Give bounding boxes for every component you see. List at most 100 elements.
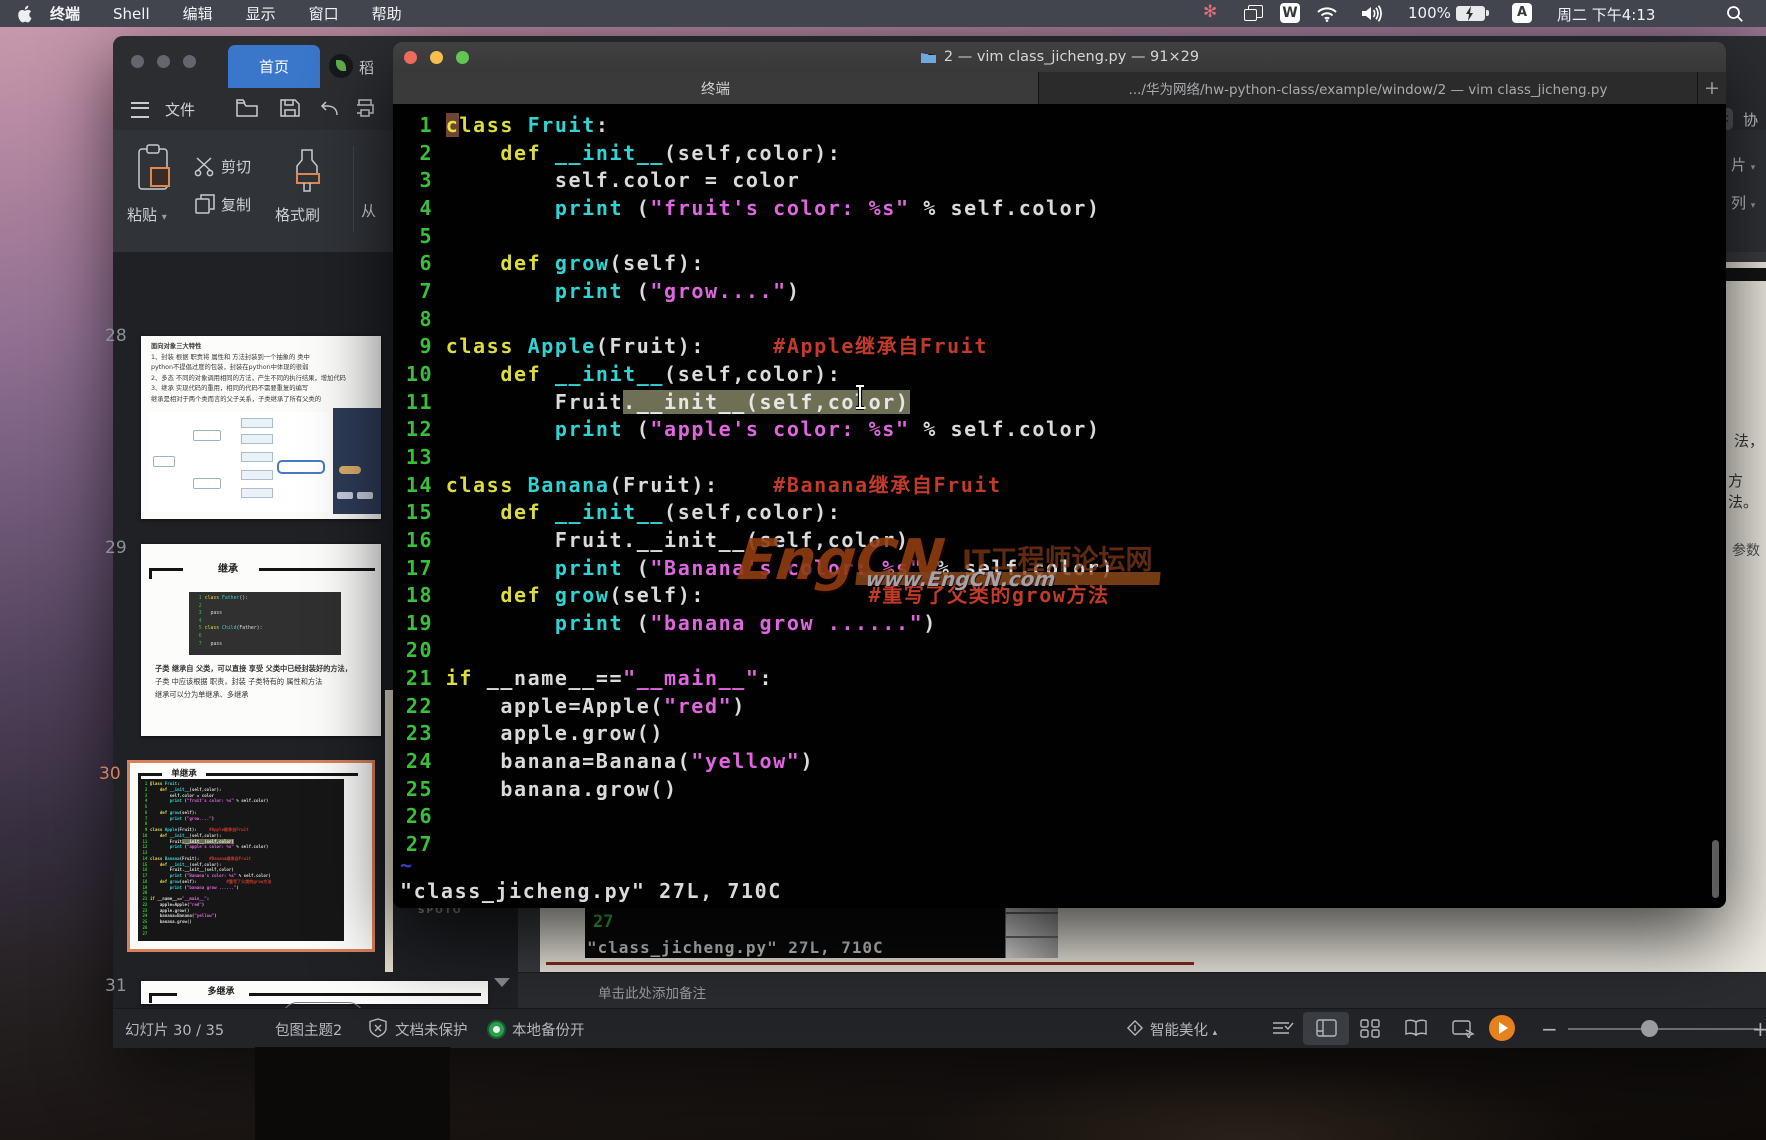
terminal-scrollbar-thumb[interactable] xyxy=(1712,840,1719,898)
wps-zoom-button[interactable] xyxy=(183,55,196,68)
canvas-corner-mark xyxy=(1726,268,1766,281)
slide-28-diagram xyxy=(149,412,329,512)
ribbon-partial-label: 从 xyxy=(361,200,376,221)
terminal-titlebar[interactable]: 2 — vim class_jicheng.py — 91×29 xyxy=(393,42,1726,73)
open-folder-icon[interactable] xyxy=(235,97,259,119)
wps-menubar-icon[interactable]: W xyxy=(1280,3,1300,23)
notes-placeholder: 单击此处添加备注 xyxy=(598,982,706,1002)
terminal-title-text: 2 — vim class_jicheng.py — 91×29 xyxy=(944,49,1199,65)
tab-home[interactable]: 首页 xyxy=(228,45,320,88)
pinwheel-icon[interactable]: ✻ xyxy=(1203,2,1217,22)
ribbon-divider xyxy=(353,146,354,232)
menubar-clock[interactable]: 周二 下午4:13 xyxy=(1557,4,1655,25)
new-tab-button[interactable]: + xyxy=(1698,72,1726,104)
slide-29-thumbnail[interactable]: 继承 1class Father():2 3 pass4 5class Chil… xyxy=(141,544,381,736)
slide-28-thumbnail[interactable]: 面向对象三大特性1、封装 根据 职责将 属性和 方法封装到一个抽象的 类中 py… xyxy=(141,336,381,519)
zoom-slider-knob[interactable] xyxy=(1641,1020,1658,1037)
spotlight-search-icon[interactable] xyxy=(1726,5,1744,23)
wifi-icon[interactable] xyxy=(1316,5,1338,22)
slide-28-number: 28 xyxy=(105,326,127,346)
theme-label[interactable]: 包图主题2 xyxy=(275,1019,342,1040)
menu-item[interactable]: 终端 xyxy=(50,3,80,24)
zoom-in-button[interactable]: + xyxy=(1752,1017,1766,1041)
terminal-tab-active[interactable]: 终端 xyxy=(393,72,1039,104)
canvas-fragment-1: 法， xyxy=(1734,430,1764,451)
slide-30-number: 30 xyxy=(99,764,121,784)
displays-icon[interactable] xyxy=(1244,5,1262,20)
terminal-close-button[interactable] xyxy=(404,51,417,64)
terminal-tab-inactive[interactable]: .../华为网络/hw-python-class/example/window/… xyxy=(1039,72,1698,104)
slide-28-text: 面向对象三大特性1、封装 根据 职责将 属性和 方法封装到一个抽象的 类中 py… xyxy=(141,336,381,406)
thumbnails-scroll-down-icon[interactable] xyxy=(494,978,510,987)
hamburger-menu-icon[interactable] xyxy=(131,102,149,118)
folder-icon xyxy=(920,50,937,64)
slide-29-code-block: 1class Father():2 3 pass4 5class Child(F… xyxy=(189,592,341,655)
app-menus[interactable]: 终端 Shell 编辑 显示 窗口 帮助 xyxy=(0,3,402,24)
notes-bar[interactable]: 单击此处添加备注 xyxy=(518,972,1766,1009)
input-method-badge[interactable]: A xyxy=(1512,3,1532,23)
save-icon[interactable] xyxy=(278,97,302,119)
slide-31-title: 多继承 xyxy=(199,984,243,997)
wps-minimize-button[interactable] xyxy=(157,55,170,68)
cut-icon[interactable] xyxy=(193,155,217,177)
menu-item[interactable]: Shell xyxy=(113,5,150,23)
slide-30-thumbnail-selected[interactable]: 单继承 1class Fruit:2 def __init__(self,col… xyxy=(127,760,375,952)
copy-icon[interactable] xyxy=(193,192,217,216)
forum-watermark: EngCN IT工程师论坛网 www.EngCN.com xyxy=(738,534,1208,610)
slide-counter: 幻灯片 30 / 35 xyxy=(125,1019,224,1040)
slide-28-image xyxy=(333,408,381,514)
apple-menu-icon[interactable] xyxy=(18,4,34,24)
canvas-fragment-2: 方法。 xyxy=(1728,470,1766,512)
slideshow-icon[interactable] xyxy=(1451,1018,1477,1038)
canvas-slide-left-sliver xyxy=(385,690,393,972)
print-icon[interactable] xyxy=(353,97,377,119)
menu-item[interactable]: 显示 xyxy=(246,3,276,24)
terminal-minimize-button[interactable] xyxy=(430,51,443,64)
paste-icon[interactable] xyxy=(135,144,175,196)
shield-unprotected-icon xyxy=(367,1017,389,1039)
copy-button[interactable]: 复制 xyxy=(221,194,251,215)
slide-29-number: 29 xyxy=(105,538,127,558)
zoom-out-button[interactable]: − xyxy=(1541,1017,1558,1041)
view-reading-icon[interactable] xyxy=(1403,1018,1429,1038)
play-button[interactable] xyxy=(1489,1015,1515,1041)
undo-icon[interactable] xyxy=(318,97,342,119)
view-grid-icon[interactable] xyxy=(1359,1018,1383,1038)
menu-item[interactable]: 编辑 xyxy=(183,3,213,24)
format-painter-icon[interactable] xyxy=(289,148,325,200)
embedded-status-line: "class_jicheng.py" 27L, 710C xyxy=(587,938,884,957)
watermark-url: www.EngCN.com xyxy=(865,567,1057,591)
embedded-line-number: 27 xyxy=(593,912,613,932)
zoom-slider-track[interactable] xyxy=(1568,1028,1758,1030)
view-normal-icon[interactable] xyxy=(1315,1018,1339,1038)
paste-button[interactable]: 粘贴 ▾ xyxy=(127,204,167,225)
slide-29-text: 子类 继承自 父类，可以直接 享受 父类中已经封装好的方法，子类 中应该根据 职… xyxy=(155,662,352,701)
docer-leaf-icon xyxy=(329,54,353,78)
vim-code: 1class Fruit:2 def __init__(self,color):… xyxy=(397,112,1114,859)
slide-29-title: 继承 xyxy=(203,560,253,575)
volume-icon[interactable] xyxy=(1360,5,1384,22)
menu-item[interactable]: 窗口 xyxy=(309,3,339,24)
macos-menubar: 终端 Shell 编辑 显示 窗口 帮助 ✻ W 100% A 周二 下午4:13 xyxy=(0,0,1766,27)
slide-31-number: 31 xyxy=(105,976,127,996)
protection-label[interactable]: 文档未保护 xyxy=(395,1019,468,1040)
battery-icon xyxy=(1456,6,1485,21)
menu-item[interactable]: 帮助 xyxy=(372,3,402,24)
slide-31-thumbnail[interactable]: 多继承 xyxy=(141,981,488,1004)
backup-label[interactable]: 本地备份开 xyxy=(512,1019,585,1040)
vim-status-line: "class_jicheng.py" 27L, 710C xyxy=(400,878,782,906)
canvas-fragment-3: 参数 xyxy=(1732,540,1760,560)
battery-percent: 100% xyxy=(1408,4,1451,22)
wps-close-button[interactable] xyxy=(131,55,144,68)
beautify-button[interactable]: 智能美化 ▴ xyxy=(1150,1019,1217,1040)
format-painter-button[interactable]: 格式刷 xyxy=(275,204,320,225)
terminal-content[interactable]: 1class Fruit:2 def __init__(self,color):… xyxy=(393,104,1726,908)
slide-accent-line xyxy=(546,962,1194,965)
terminal-zoom-button[interactable] xyxy=(456,51,469,64)
docer-tab[interactable]: 稻 xyxy=(329,54,399,80)
wps-status-bar: 幻灯片 30 / 35 包图主题2 文档未保护 本地备份开 智能美化 ▴ − + xyxy=(113,1008,1766,1048)
cut-button[interactable]: 剪切 xyxy=(221,156,251,177)
file-menu[interactable]: 文件 xyxy=(165,99,195,120)
checklist-icon[interactable] xyxy=(1271,1018,1297,1038)
play-icon xyxy=(1499,1022,1508,1034)
